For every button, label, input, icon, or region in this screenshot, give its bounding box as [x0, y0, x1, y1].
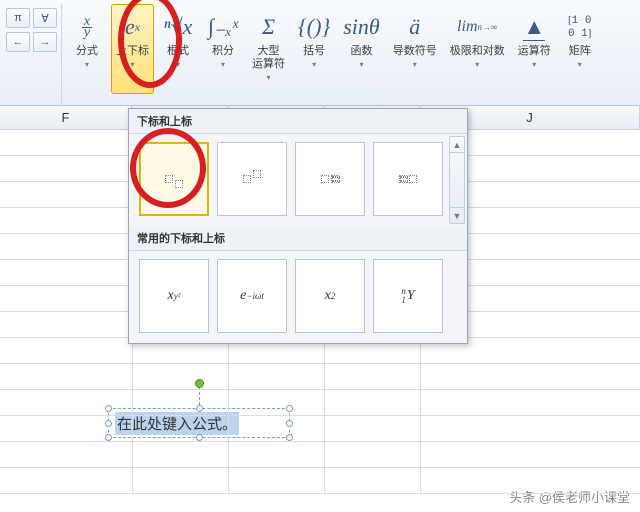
dropdown-arrow-icon: ▾: [413, 60, 417, 69]
script-icon: ex: [125, 9, 140, 45]
large-operator-button[interactable]: Σ大型 运算符▾: [247, 4, 290, 94]
table-row[interactable]: [0, 364, 640, 390]
limit-log-button[interactable]: limn→∞极限和对数▾: [445, 4, 510, 94]
integral-button[interactable]: ∫₋ₓˣ积分▾: [202, 4, 244, 94]
radical-button[interactable]: ⁿ√x根式▾: [157, 4, 199, 94]
table-row[interactable]: [0, 390, 640, 416]
subscript-template[interactable]: [139, 142, 209, 216]
table-row[interactable]: [0, 468, 640, 494]
scroll-down-icon[interactable]: ▼: [450, 207, 464, 223]
dropdown-arrow-icon: ▾: [359, 60, 363, 69]
x2[interactable]: x2: [295, 259, 365, 333]
matrix-button[interactable]: [1 00 1]矩阵▾: [559, 4, 601, 94]
dropdown-arrow-icon: ▾: [532, 60, 536, 69]
operator-button[interactable]: ▲运算符▾: [513, 4, 556, 94]
operator-icon: ▲: [523, 9, 545, 45]
dropdown-row-templates: ▲ ▼: [129, 134, 467, 226]
table-row[interactable]: [0, 416, 640, 442]
dropdown-section-header: 下标和上标: [129, 109, 467, 134]
left-sub-sup-template[interactable]: [373, 142, 443, 216]
accent-icon: ä: [409, 9, 420, 45]
dropdown-arrow-icon: ▾: [176, 60, 180, 69]
pi-button[interactable]: π: [6, 8, 30, 28]
structures-group: xy分式▾ex上下标▾ⁿ√x根式▾∫₋ₓˣ积分▾Σ大型 运算符▾{()}括号▾s…: [62, 4, 605, 105]
n1Y[interactable]: n1Y: [373, 259, 443, 333]
scroll-up-icon[interactable]: ▲: [450, 137, 464, 153]
table-row[interactable]: [0, 442, 640, 468]
function-icon: sinθ: [343, 9, 379, 45]
left-arrow-button[interactable]: ←: [6, 32, 30, 52]
dropdown-arrow-icon: ▾: [130, 60, 134, 69]
function-button[interactable]: sinθ函数▾: [338, 4, 384, 94]
forall-button[interactable]: ∀: [33, 8, 57, 28]
large-operator-icon: Σ: [262, 9, 275, 45]
e-iwt[interactable]: e−iωt: [217, 259, 287, 333]
equation-ribbon: π ← ∀ → xy分式▾ex上下标▾ⁿ√x根式▾∫₋ₓˣ积分▾Σ大型 运算符▾…: [0, 0, 640, 106]
dropdown-arrow-icon: ▾: [221, 60, 225, 69]
matrix-icon: [1 00 1]: [568, 9, 591, 45]
fraction-icon: xy: [82, 9, 92, 45]
dropdown-section-header-common: 常用的下标和上标: [129, 226, 467, 251]
symbol-group: π ← ∀ →: [2, 4, 62, 105]
script-dropdown: 下标和上标 ▲ ▼ 常用的下标和上标 xy²e−iωtx2n1Y: [128, 108, 468, 344]
bracket-icon: {()}: [298, 9, 330, 45]
dropdown-arrow-icon: ▾: [578, 60, 582, 69]
dropdown-row-common: xy²e−iωtx2n1Y: [129, 251, 467, 343]
limit-log-icon: limn→∞: [457, 9, 497, 45]
right-arrow-button[interactable]: →: [33, 32, 57, 52]
radical-icon: ⁿ√x: [164, 9, 193, 45]
integral-icon: ∫₋ₓˣ: [208, 9, 238, 45]
dropdown-arrow-icon: ▾: [266, 73, 270, 82]
fraction-button[interactable]: xy分式▾: [66, 4, 108, 94]
script-button[interactable]: ex上下标▾: [111, 4, 154, 94]
bracket-button[interactable]: {()}括号▾: [293, 4, 335, 94]
dropdown-arrow-icon: ▾: [475, 60, 479, 69]
superscript-template[interactable]: [217, 142, 287, 216]
dropdown-scrollbar[interactable]: ▲ ▼: [449, 136, 465, 224]
sub-sup-template[interactable]: [295, 142, 365, 216]
x-y2[interactable]: xy²: [139, 259, 209, 333]
column-header-F[interactable]: F: [0, 106, 132, 130]
dropdown-arrow-icon: ▾: [85, 60, 89, 69]
dropdown-arrow-icon: ▾: [312, 60, 316, 69]
accent-button[interactable]: ä导数符号▾: [388, 4, 442, 94]
